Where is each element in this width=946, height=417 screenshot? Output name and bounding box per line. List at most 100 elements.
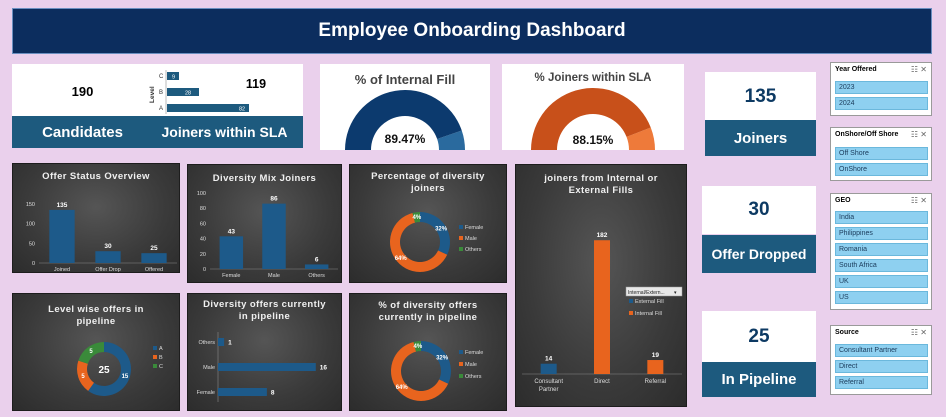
legend-swatch — [459, 350, 463, 354]
x-tick-label: Male — [268, 273, 280, 279]
data-label: 4% — [414, 344, 423, 350]
y-tick-label: Female — [197, 390, 215, 396]
bar-offered — [141, 253, 167, 263]
data-label: 135 — [57, 202, 68, 209]
slicer-item-onshore[interactable]: OnShore — [835, 163, 928, 176]
level-bar-b — [167, 88, 199, 96]
y-tick-label: 150 — [26, 202, 35, 208]
slicer-item-direct[interactable]: Direct — [835, 360, 928, 373]
x-tick-label: Consultant — [534, 379, 563, 385]
level-mini-chart: Level C 9 B 28 A 82 119 — [149, 70, 266, 114]
level-val-c: 9 — [172, 75, 175, 81]
level-bar-a — [167, 104, 249, 112]
joiners-label: Joiners — [705, 120, 816, 156]
joiners-value: 135 — [705, 72, 816, 122]
filter-clear-icon[interactable]: ☷ ✕ — [911, 65, 927, 74]
joiners-sla-gauge-title: % Joiners within SLA — [535, 72, 652, 84]
year-slicer: Year Offered ☷ ✕ 2023 2024 — [830, 62, 932, 116]
legend-label: Male — [465, 362, 477, 368]
slicer-item-romania[interactable]: Romania — [835, 243, 928, 256]
slicer-item-2024[interactable]: 2024 — [835, 97, 928, 110]
y-tick-label: 0 — [32, 261, 35, 267]
legend-label: Others — [465, 247, 482, 253]
pct-diversity-pipeline-chart: % of diversity offers currently in pipel… — [349, 293, 507, 411]
offer-status-chart: Offer Status Overview 0 50 100 150 135 Joined… — [12, 163, 180, 273]
slice-female — [420, 212, 450, 255]
data-label: 30 — [104, 243, 112, 250]
joiners-sla-card: Level C 9 B 28 A 82 119 — [146, 64, 303, 118]
slicer-title: Year Offered — [835, 66, 877, 73]
legend-swatch — [459, 374, 463, 378]
legend-swatch — [153, 364, 157, 368]
slicer-title: Source — [835, 329, 859, 336]
slicer-item-2023[interactable]: 2023 — [835, 81, 928, 94]
data-label: 32% — [436, 356, 449, 362]
slicer-item-india[interactable]: India — [835, 211, 928, 224]
x-tick-label: Partner — [539, 387, 559, 393]
internal-fill-value: 89.47% — [385, 132, 426, 146]
y-tick-label: 80 — [200, 206, 206, 212]
legend-label: Male — [465, 236, 477, 242]
slice-female — [421, 341, 451, 384]
level-cat-b: B — [159, 90, 163, 96]
slicer-title: GEO — [835, 197, 851, 204]
data-label: 86 — [270, 196, 278, 203]
slicer-item-offshore[interactable]: Off Shore — [835, 147, 928, 160]
data-label: 8 — [271, 390, 275, 397]
x-tick-label: Joined — [54, 267, 70, 273]
data-label: 16 — [320, 365, 328, 372]
legend-swatch — [459, 362, 463, 366]
data-label: 15 — [122, 374, 129, 380]
legend-label: External Fill — [635, 299, 664, 305]
x-tick-label: Female — [222, 273, 240, 279]
legend-label: C — [159, 364, 163, 370]
y-tick-label: 60 — [200, 221, 206, 227]
bar-external-fill — [540, 363, 557, 374]
data-label: 64% — [396, 385, 409, 391]
filter-clear-icon[interactable]: ☷ ✕ — [911, 196, 927, 205]
geo-slicer: GEO ☷ ✕ India Philippines Romania South … — [830, 193, 932, 310]
bar-others — [304, 264, 329, 269]
source-slicer: Source ☷ ✕ Consultant Partner Direct Ref… — [830, 325, 932, 395]
legend-label: B — [159, 355, 163, 361]
candidates-label: Candidates — [12, 116, 153, 148]
bar-male — [218, 363, 316, 371]
legend-label: Internal Fill — [635, 311, 662, 317]
slicer-item-philippines[interactable]: Philippines — [835, 227, 928, 240]
slicer-item-south-africa[interactable]: South Africa — [835, 259, 928, 272]
data-label: 64% — [395, 256, 408, 262]
level-cat-c: C — [159, 74, 164, 80]
x-tick-label: Direct — [594, 379, 610, 385]
legend-swatch — [153, 346, 157, 350]
data-label: 1 — [228, 340, 232, 347]
slicer-item-uk[interactable]: UK — [835, 275, 928, 288]
legend-swatch — [459, 225, 463, 229]
diversity-mix-chart: Diversity Mix Joiners 0 20 40 60 80 100 43 Fema… — [187, 164, 342, 283]
joiners-sla-gauge-value: 88.15% — [573, 133, 614, 147]
data-label: 43 — [228, 228, 236, 235]
level-val-a: 82 — [239, 107, 245, 113]
bar-others — [218, 338, 225, 346]
slicer-item-consultant-partner[interactable]: Consultant Partner — [835, 344, 928, 357]
level-axis-label: Level — [149, 86, 156, 103]
slicer-item-referral[interactable]: Referral — [835, 376, 928, 389]
bar-internal-fill — [647, 360, 664, 374]
internal-fill-title: % of Internal Fill — [355, 72, 455, 87]
legend-label: Others — [465, 374, 482, 380]
joiners-sla-label: Joiners within SLA — [146, 116, 303, 148]
bar-male — [262, 203, 286, 269]
bar-offer-drop — [95, 251, 121, 263]
x-tick-label: Offer Drop — [95, 267, 121, 273]
y-tick-label: Others — [198, 340, 215, 346]
shore-slicer: OnShore/Off Shore ☷ ✕ Off Shore OnShore — [830, 127, 932, 181]
level-val-b: 28 — [185, 91, 191, 97]
slicer-item-us[interactable]: US — [835, 291, 928, 304]
filter-clear-icon[interactable]: ☷ ✕ — [911, 130, 927, 139]
y-tick-label: 100 — [26, 222, 35, 228]
candidates-value: 190 — [12, 64, 153, 118]
joiners-sla-value: 119 — [246, 77, 266, 91]
data-label: 14 — [545, 356, 553, 363]
bar-joined — [49, 209, 75, 263]
legend-swatch — [153, 355, 157, 359]
filter-clear-icon[interactable]: ☷ ✕ — [911, 328, 927, 337]
